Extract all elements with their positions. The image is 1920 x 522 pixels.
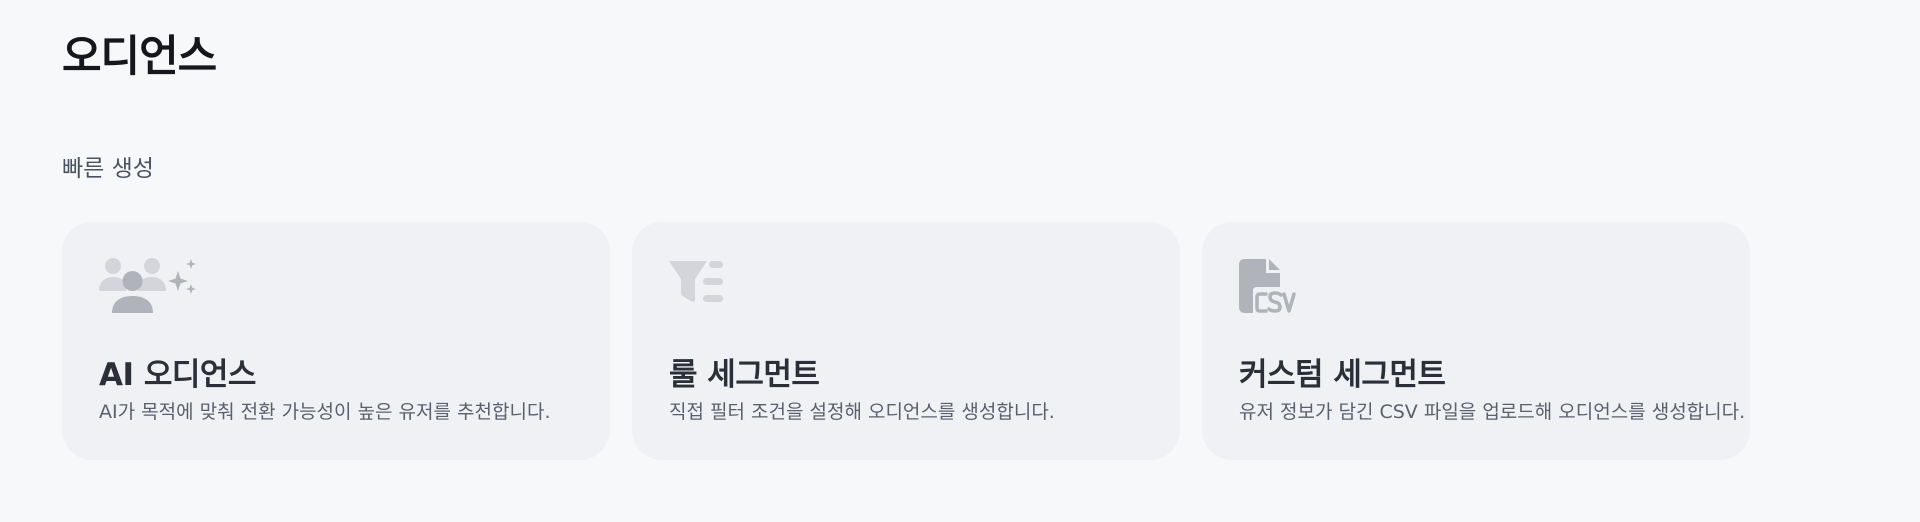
rule-segment-card[interactable]: 룰 세그먼트 직접 필터 조건을 설정해 오디언스를 생성합니다.: [632, 222, 1180, 460]
card-description: AI가 목적에 맞춰 전환 가능성이 높은 유저를 추천합니다.: [99, 401, 551, 423]
quick-create-cards: AI 오디언스 AI가 목적에 맞춰 전환 가능성이 높은 유저를 추천합니다.…: [62, 222, 1750, 460]
ai-audience-icon: [99, 257, 199, 317]
ai-audience-card[interactable]: AI 오디언스 AI가 목적에 맞춰 전환 가능성이 높은 유저를 추천합니다.: [62, 222, 610, 460]
custom-segment-card[interactable]: 커스텀 세그먼트 유저 정보가 담긴 CSV 파일을 업로드해 오디언스를 생성…: [1202, 222, 1750, 460]
filter-list-icon: [669, 257, 769, 317]
page-title: 오디언스: [62, 32, 217, 82]
csv-file-icon: [1239, 257, 1339, 317]
card-title: AI 오디언스: [99, 357, 256, 393]
card-description: 유저 정보가 담긴 CSV 파일을 업로드해 오디언스를 생성합니다.: [1239, 401, 1746, 423]
quick-create-section-title: 빠른 생성: [62, 156, 154, 182]
card-description: 직접 필터 조건을 설정해 오디언스를 생성합니다.: [669, 401, 1055, 423]
card-title: 룰 세그먼트: [669, 357, 820, 393]
card-title: 커스텀 세그먼트: [1239, 357, 1446, 393]
